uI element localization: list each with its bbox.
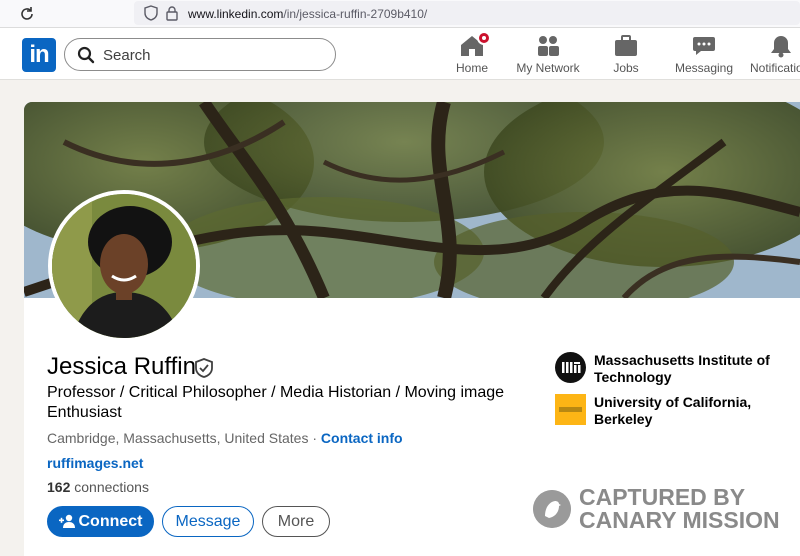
- nav-item-messaging[interactable]: Messaging: [674, 34, 734, 76]
- briefcase-icon: [613, 34, 639, 58]
- separator-dot: ·: [308, 430, 321, 446]
- nav-item-home[interactable]: Home: [449, 31, 495, 76]
- search-input[interactable]: [103, 44, 323, 66]
- people-icon: [535, 34, 561, 58]
- search-box[interactable]: [64, 38, 336, 71]
- connect-button-label: Connect: [78, 513, 143, 530]
- nav-item-label: Messaging: [674, 61, 734, 75]
- nav-item-label: Home: [455, 61, 488, 75]
- search-icon: [77, 46, 95, 64]
- profile-photo-image: [52, 194, 196, 338]
- home-icon: [459, 31, 491, 58]
- contact-info-link[interactable]: Contact info: [321, 430, 403, 446]
- org-name: University of California, Berkeley: [594, 394, 752, 427]
- canary-mission-watermark: CAPTURED BY CANARY MISSION: [533, 484, 800, 534]
- profile-website-link[interactable]: ruffimages.net: [47, 455, 143, 471]
- message-button[interactable]: Message: [162, 506, 254, 537]
- connections-count[interactable]: 162 connections: [47, 479, 149, 495]
- top-navigation: in Home My Network Jobs: [0, 28, 800, 80]
- chat-icon: [691, 34, 717, 58]
- profile-photo[interactable]: [48, 190, 200, 342]
- browser-url-bar: www.linkedin.com/in/jessica-ruffin-2709b…: [0, 0, 800, 28]
- mit-logo-icon: [555, 352, 586, 383]
- connections-number: 162: [47, 479, 71, 495]
- linkedin-logo[interactable]: in: [22, 38, 56, 72]
- url-host: www.linkedin.com: [188, 7, 284, 21]
- watermark-text: CAPTURED BY CANARY MISSION: [579, 486, 780, 532]
- profile-headline: Professor / Critical Philosopher / Media…: [47, 384, 505, 421]
- more-button[interactable]: More: [262, 506, 330, 537]
- profile-location-line: Cambridge, Massachusetts, United States …: [47, 430, 403, 446]
- uc-berkeley-logo-icon: [555, 394, 586, 425]
- profile-location: Cambridge, Massachusetts, United States: [47, 430, 309, 446]
- connections-label: connections: [74, 479, 149, 495]
- bell-icon: [768, 34, 794, 58]
- profile-name: Jessica Ruffin: [47, 353, 196, 380]
- org-name: Massachusetts Institute of Technology: [594, 352, 770, 385]
- connect-button[interactable]: Connect: [47, 506, 154, 537]
- nav-item-jobs[interactable]: Jobs: [608, 34, 644, 76]
- lock-icon[interactable]: [166, 5, 178, 21]
- nav-item-label: My Network: [516, 61, 580, 75]
- notification-badge: [477, 31, 491, 45]
- shield-icon[interactable]: [144, 5, 158, 21]
- nav-item-my-network[interactable]: My Network: [514, 34, 582, 76]
- add-person-icon: [58, 514, 75, 528]
- verified-shield-icon[interactable]: [195, 358, 213, 378]
- canary-bird-icon: [533, 490, 571, 528]
- reload-icon[interactable]: [18, 5, 36, 23]
- watermark-line-2: CANARY MISSION: [579, 507, 780, 533]
- nav-item-notifications[interactable]: Notifications: [748, 34, 800, 76]
- url-text[interactable]: www.linkedin.com/in/jessica-ruffin-2709b…: [188, 7, 427, 21]
- nav-item-label: Notifications: [750, 61, 800, 75]
- url-path: /in/jessica-ruffin-2709b410/: [283, 7, 428, 21]
- nav-item-label: Jobs: [613, 61, 639, 75]
